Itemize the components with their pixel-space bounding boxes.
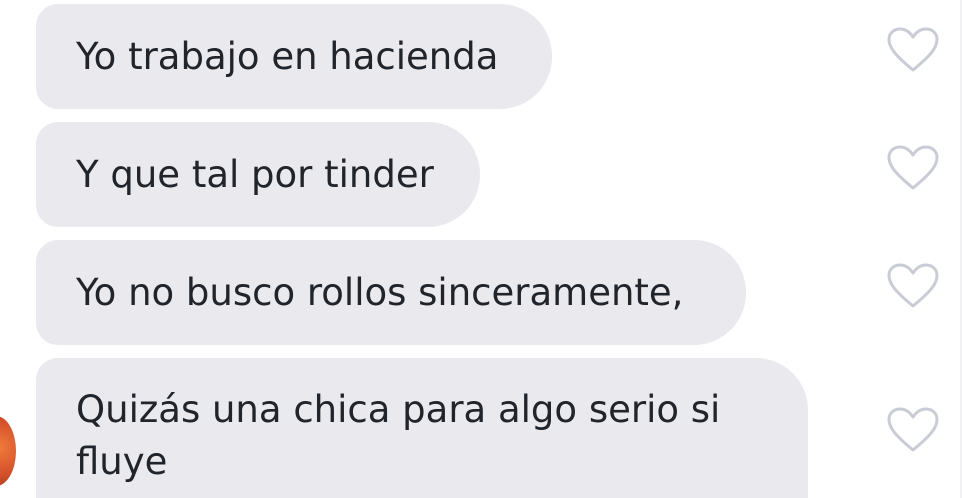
message-text: Yo trabajo en hacienda: [76, 34, 499, 78]
message-bubble[interactable]: Yo trabajo en hacienda: [36, 4, 552, 109]
message-bubble[interactable]: Y que tal por tinder: [36, 122, 480, 227]
like-heart-icon[interactable]: [886, 262, 940, 310]
avatar[interactable]: [0, 416, 16, 486]
message-bubble[interactable]: Yo no busco rollos sinceramente,: [36, 240, 746, 345]
message-text: Yo no busco rollos sinceramente,: [76, 270, 684, 314]
like-heart-icon[interactable]: [886, 406, 940, 454]
chat-thread: Yo trabajo en hacienda Y que tal por tin…: [0, 0, 962, 498]
like-heart-icon[interactable]: [886, 144, 940, 192]
like-heart-icon[interactable]: [886, 26, 940, 74]
message-bubble[interactable]: Quizás una chica para algo serio si fluy…: [36, 358, 808, 498]
message-text: Quizás una chica para algo serio si fluy…: [76, 388, 721, 483]
message-text: Y que tal por tinder: [76, 152, 434, 196]
